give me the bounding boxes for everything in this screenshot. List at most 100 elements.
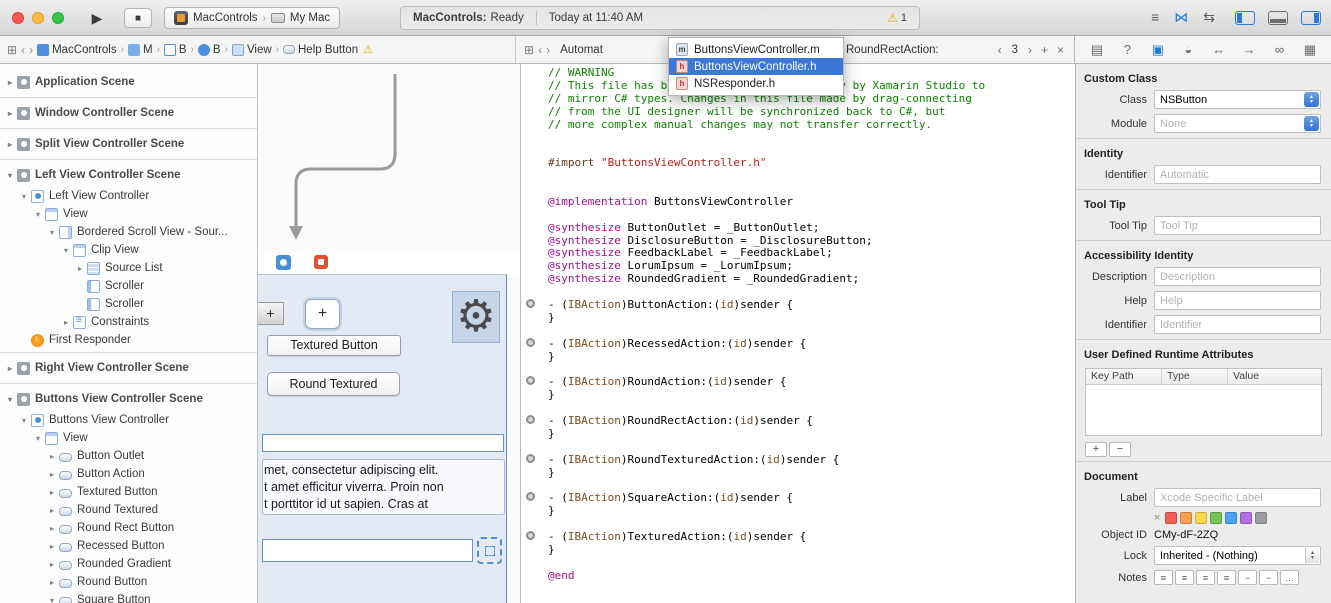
code-line[interactable]: [521, 131, 1075, 144]
outline-item-buttons-view-controller[interactable]: ▾ Buttons View Controller: [0, 411, 257, 429]
label-color-swatch[interactable]: [1240, 512, 1253, 524]
version-editor-button[interactable]: ⇆: [1203, 9, 1215, 26]
forward-button[interactable]: ›: [546, 43, 550, 57]
utilities-panel-toggle-button[interactable]: [1301, 10, 1321, 25]
code-line[interactable]: [521, 170, 1075, 183]
assistant-symbol-segment[interactable]: RoundRectAction:: [846, 36, 939, 63]
gradient-plus-button[interactable]: +: [258, 302, 284, 325]
stop-button[interactable]: ■: [124, 8, 152, 28]
disclosure-triangle[interactable]: ▸: [46, 560, 58, 569]
textured-button[interactable]: Textured Button: [267, 335, 401, 356]
code-line[interactable]: - (IBAction)RoundRectAction:(id)sender {: [521, 414, 1075, 428]
code-line[interactable]: }: [521, 466, 1075, 480]
outline-item-scroller[interactable]: Scroller: [0, 295, 257, 313]
add-assistant-editor-button[interactable]: +: [1041, 43, 1048, 57]
size-inspector-tab[interactable]: ↔: [1210, 42, 1228, 57]
remove-attribute-button[interactable]: −: [1109, 442, 1131, 457]
outline-item-left-view-controller[interactable]: ▾ Left View Controller: [0, 187, 257, 205]
jumpbar-segment-view[interactable]: View: [231, 43, 272, 56]
notes-format-button-5[interactable]: −: [1238, 570, 1257, 585]
disclosure-triangle[interactable]: ▸: [46, 452, 58, 461]
add-attribute-button[interactable]: +: [1085, 442, 1107, 457]
outline-item-scroller[interactable]: Scroller: [0, 277, 257, 295]
jumpbar-segment-b[interactable]: B: [163, 43, 187, 56]
disclosure-triangle[interactable]: ▸: [4, 109, 16, 118]
disclosure-triangle[interactable]: ▸: [4, 78, 16, 87]
table-body[interactable]: [1086, 385, 1321, 435]
gear-button[interactable]: ⚙: [452, 291, 500, 343]
disclosure-triangle[interactable]: ▸: [74, 264, 86, 273]
accessibility-identifier-field[interactable]: Identifier: [1154, 315, 1321, 334]
disclosure-triangle[interactable]: ▸: [4, 140, 16, 149]
code-line[interactable]: @end: [521, 569, 1075, 583]
code-line[interactable]: - (IBAction)SquareAction:(id)sender {: [521, 491, 1075, 505]
debug-area-panel-toggle-button[interactable]: [1268, 10, 1288, 25]
connection-well-icon[interactable]: [526, 337, 535, 347]
code-line[interactable]: }: [521, 311, 1075, 325]
help-field[interactable]: Help: [1154, 291, 1321, 310]
disclosure-triangle[interactable]: ▸: [60, 318, 72, 327]
code-line[interactable]: }: [521, 388, 1075, 402]
back-button[interactable]: ‹: [21, 43, 25, 57]
code-line[interactable]: }: [521, 543, 1075, 557]
disclosure-triangle[interactable]: ▾: [18, 192, 30, 201]
lock-popup[interactable]: Inherited - (Nothing) ▲ ▼: [1154, 546, 1321, 565]
disclosure-triangle[interactable]: ▾: [32, 210, 44, 219]
disclosure-triangle[interactable]: ▾: [4, 395, 16, 404]
disclosure-triangle[interactable]: ▸: [4, 364, 16, 373]
previous-counterpart-button[interactable]: ‹: [998, 43, 1002, 57]
dashed-placeholder-icon[interactable]: [477, 537, 502, 564]
code-line[interactable]: [521, 557, 1075, 570]
connection-well-icon[interactable]: [526, 492, 535, 502]
label-color-swatch[interactable]: [1195, 512, 1208, 524]
related-items-icon[interactable]: ⊞: [7, 43, 17, 57]
minimize-window-button[interactable]: [32, 12, 44, 24]
outline-item-recessed-button[interactable]: ▸ Recessed Button: [0, 537, 257, 555]
disclosure-triangle[interactable]: ▸: [46, 488, 58, 497]
outline-item-split-view-controller-scene[interactable]: ▸ Split View Controller Scene: [0, 132, 257, 156]
round-textured-button[interactable]: Round Textured: [267, 372, 400, 396]
outline-item-buttons-view-controller-scene[interactable]: ▾ Buttons View Controller Scene: [0, 387, 257, 411]
dropdown-item-nsresponder-h[interactable]: h NSResponder.h: [669, 75, 843, 92]
jumpbar-segment-help-button[interactable]: Help Button ⚠: [283, 43, 373, 56]
class-combo-field[interactable]: NSButton ▲ ▼: [1154, 90, 1321, 109]
outline-item-source-list[interactable]: ▸ Source List: [0, 259, 257, 277]
outline-item-constraints[interactable]: ▸ Constraints: [0, 313, 257, 331]
notes-format-button-7[interactable]: …: [1280, 570, 1299, 585]
disclosure-triangle[interactable]: ▸: [46, 524, 58, 533]
description-field[interactable]: Description: [1154, 267, 1321, 286]
close-window-button[interactable]: [12, 12, 24, 24]
connection-well-icon[interactable]: [526, 531, 535, 541]
outline-item-round-rect-button[interactable]: ▸ Round Rect Button: [0, 519, 257, 537]
disclosure-triangle[interactable]: ▸: [46, 506, 58, 515]
outline-item-view[interactable]: ▾ View: [0, 429, 257, 447]
outline-item-left-view-controller-scene[interactable]: ▾ Left View Controller Scene: [0, 163, 257, 187]
attributes-inspector-tab[interactable]: ◒: [1179, 42, 1197, 57]
label-color-swatch[interactable]: [1210, 512, 1223, 524]
assistant-editor[interactable]: // WARNING// This file has been generate…: [520, 64, 1075, 603]
warning-count-badge[interactable]: ⚠ 1: [887, 11, 907, 25]
notes-format-button-2[interactable]: ≡: [1175, 570, 1194, 585]
disclosure-triangle[interactable]: ▾: [32, 434, 44, 443]
popup-chevrons-icon[interactable]: ▲ ▼: [1305, 548, 1319, 563]
quick-help-inspector-tab[interactable]: ?: [1118, 42, 1136, 57]
first-responder-icon[interactable]: [314, 255, 328, 269]
view-controller-icon[interactable]: [276, 254, 291, 270]
disclosure-triangle[interactable]: ▸: [46, 542, 58, 551]
code-line[interactable]: - (IBAction)ButtonAction:(id)sender {: [521, 298, 1075, 312]
code-line[interactable]: }: [521, 504, 1075, 518]
notes-format-button-3[interactable]: ≡: [1196, 570, 1215, 585]
next-counterpart-button[interactable]: ›: [1028, 43, 1032, 57]
connection-well-icon[interactable]: [526, 299, 535, 309]
no-color-button[interactable]: ×: [1154, 512, 1160, 524]
text-field[interactable]: [262, 539, 473, 562]
scheme-selector[interactable]: MacControls › My Mac: [164, 7, 341, 29]
code-line[interactable]: - (IBAction)TexturedAction:(id)sender {: [521, 530, 1075, 544]
outline-item-view[interactable]: ▾ View: [0, 205, 257, 223]
tool-tip-field[interactable]: Tool Tip: [1154, 216, 1321, 235]
assistant-mode-segment[interactable]: Automat: [560, 44, 603, 56]
combo-chevrons-icon[interactable]: ▲ ▼: [1304, 116, 1319, 131]
dropdown-item-buttonsviewcontroller-m[interactable]: m ButtonsViewController.m: [669, 41, 843, 58]
dropdown-item-buttonsviewcontroller-h[interactable]: h ButtonsViewController.h: [669, 58, 843, 75]
code-line[interactable]: - (IBAction)RecessedAction:(id)sender {: [521, 337, 1075, 351]
